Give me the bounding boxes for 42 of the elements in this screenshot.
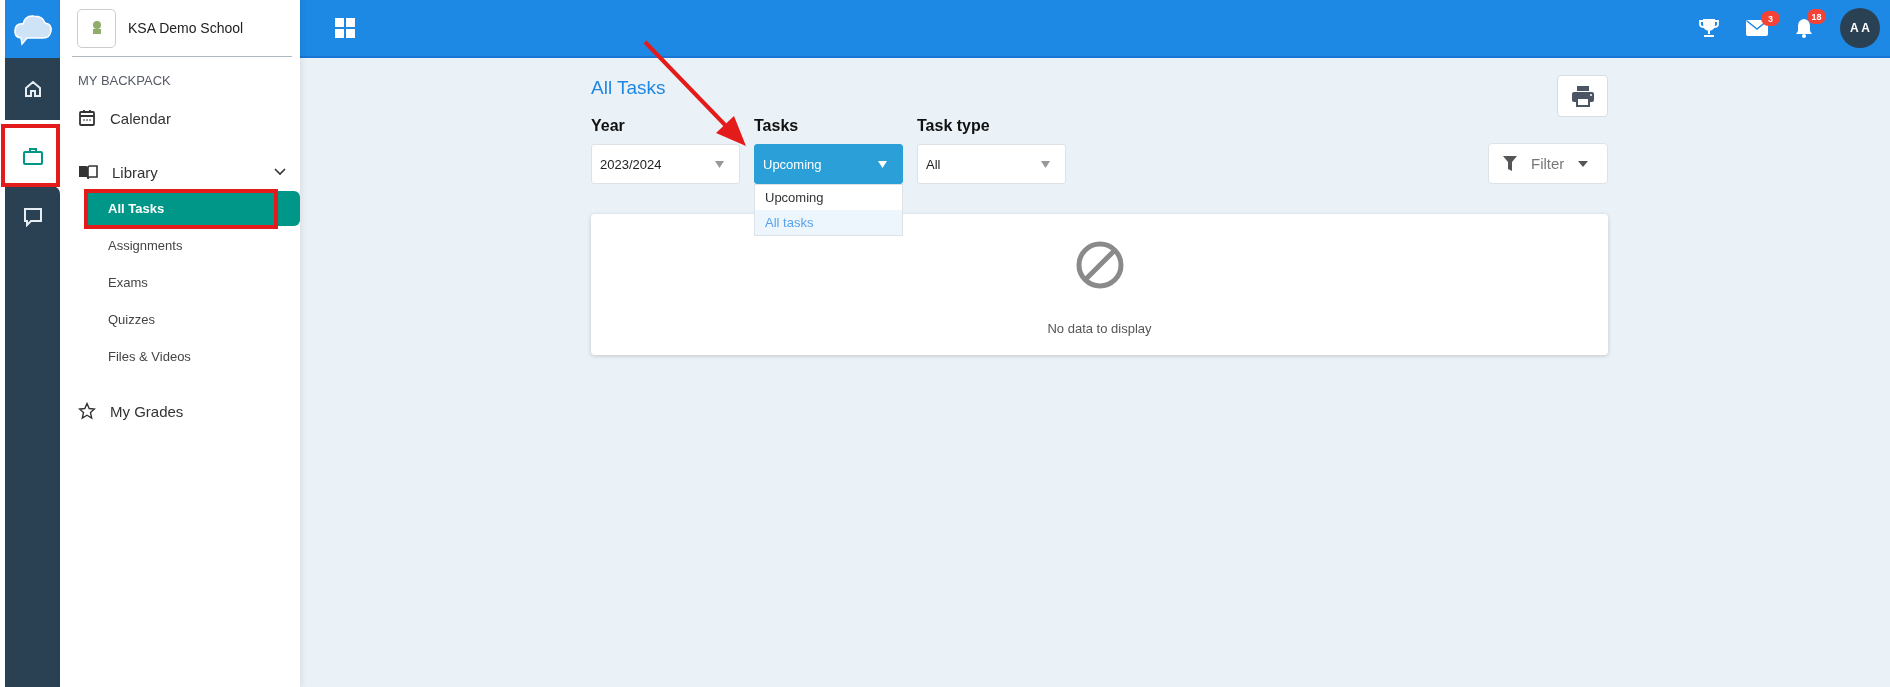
sidebar-item[interactable]: Calendar [72, 99, 292, 137]
caret-icon [878, 160, 887, 168]
mail-icon[interactable] [1746, 20, 1768, 36]
filter-label: Task type [917, 117, 991, 135]
page-title: All Tasks [591, 77, 666, 99]
sidebar-subitem[interactable]: Quizzes [86, 302, 300, 337]
select-field[interactable]: 2023/2024 [591, 144, 740, 184]
sidebar-subitem[interactable]: Assignments [86, 228, 300, 263]
funnel-icon [1503, 156, 1517, 171]
prohibited-icon [1074, 240, 1125, 290]
printer-icon [1570, 85, 1595, 107]
home-icon [22, 79, 43, 99]
chevron-icon [274, 168, 286, 176]
user-avatar[interactable]: A A [1840, 8, 1880, 48]
filter-label: Tasks [754, 117, 800, 135]
filter-label: Year [591, 117, 626, 135]
count-badge: 18 [1807, 9, 1826, 24]
caret-icon [1041, 160, 1050, 168]
dropdown-option[interactable]: Upcoming [755, 185, 902, 210]
star-icon [78, 402, 96, 420]
book-icon [78, 164, 98, 180]
trophy-icon[interactable] [1698, 18, 1720, 38]
highlight-frame [1, 124, 60, 187]
count-badge: 3 [1761, 11, 1780, 26]
calendar-icon [78, 109, 96, 127]
caret-icon [715, 160, 724, 168]
caret-icon [1578, 160, 1589, 167]
sidebar-item[interactable]: Library [72, 153, 292, 191]
chat-icon [22, 207, 43, 227]
sidebar-item[interactable]: My Grades [72, 392, 292, 430]
sidebar-subitem[interactable]: Files & Videos [86, 339, 300, 374]
school-name: KSA Demo School [128, 20, 244, 36]
print-button[interactable] [1557, 75, 1608, 117]
filter-button[interactable]: Filter [1488, 143, 1608, 184]
cloud-logo-icon[interactable] [12, 12, 53, 46]
section-heading: MY BACKPACK [78, 73, 172, 88]
sidebar-subitem[interactable]: Exams [86, 265, 300, 300]
grid-icon[interactable] [335, 18, 355, 38]
briefcase-icon [21, 146, 44, 166]
bell-icon[interactable] [1794, 18, 1814, 38]
select-field[interactable]: All [917, 144, 1066, 184]
empty-message: No data to display [1047, 321, 1152, 336]
